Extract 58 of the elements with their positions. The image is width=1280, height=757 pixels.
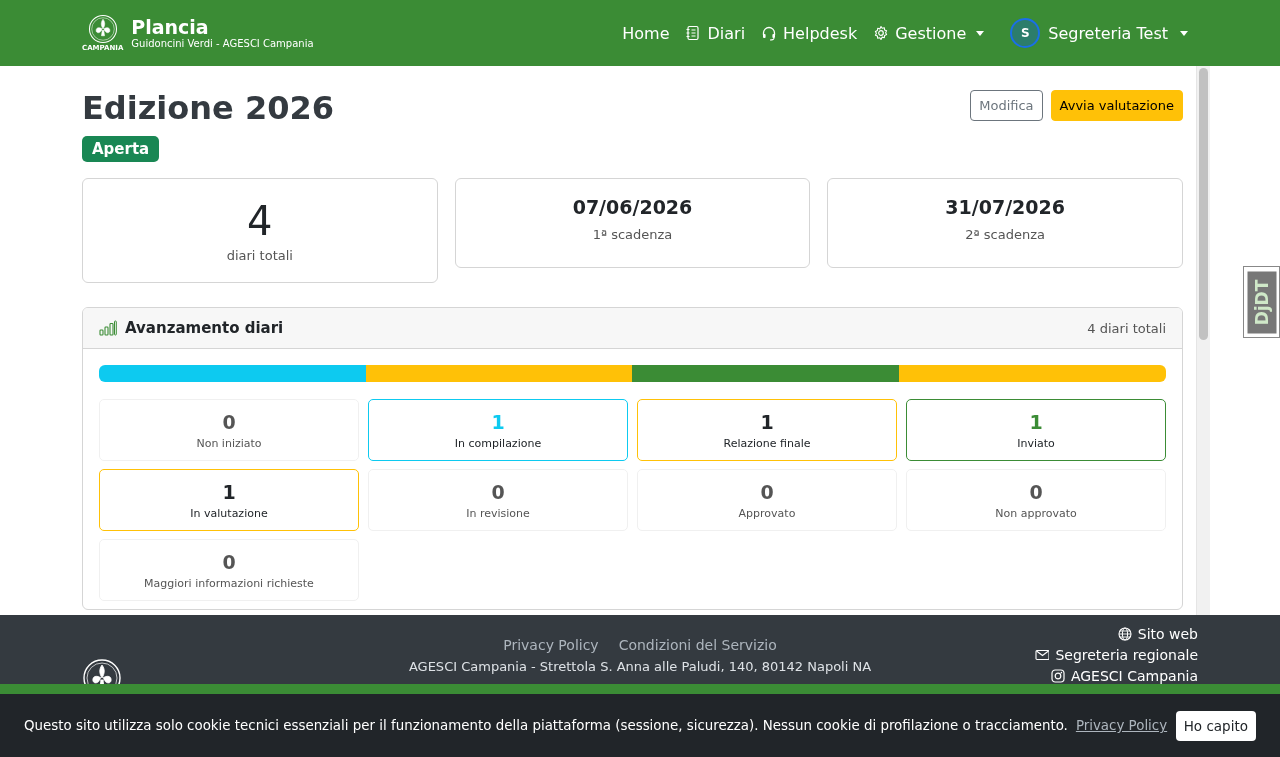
status-label: In valutazione [190, 506, 268, 520]
status-count: 0 [491, 480, 505, 503]
status-count: 1 [491, 410, 505, 433]
stat-label: 2ª scadenza [965, 227, 1045, 242]
brand-subtitle: Guidoncini Verdi - AGESCI Campania [131, 38, 314, 50]
status-count: 0 [222, 410, 236, 433]
user-menu[interactable]: S Segreteria Test [1010, 18, 1188, 48]
stat-label: diari totali [226, 248, 293, 263]
privacy-link[interactable]: Privacy Policy [1075, 718, 1168, 733]
instagram-icon [1050, 669, 1065, 683]
globe-icon [1117, 627, 1132, 641]
nav-link[interactable]: Helpdesk [761, 23, 858, 43]
footer-link[interactable]: Privacy Policy [503, 637, 599, 653]
status-badge: Aperta [82, 136, 160, 162]
accept-button[interactable]: Ho capito [1175, 710, 1256, 741]
status-count: 1 [222, 480, 236, 503]
cookie-message: Questo sito utilizza solo cookie tecnici essenziali per il funzionamento della piattaforma (sessione, sicurezza). Nessun cookie di profilazione o tracciamento. [24, 718, 1068, 733]
nav-link[interactable]: Diari [685, 23, 746, 43]
stat-label: 1ª scadenza [592, 227, 673, 242]
settings-icon [873, 25, 890, 41]
stat-value: 4 [247, 198, 273, 244]
brand-title[interactable]: Plancia [131, 16, 314, 38]
status-label: Non iniziato [196, 436, 262, 450]
status-count: 1 [1029, 410, 1043, 433]
headset-icon [761, 25, 778, 41]
status-label: Non approvato [995, 506, 1077, 520]
footer-address: AGESCI Campania - Strettola S. Anna alle Paludi, 140, 80142 Napoli NA [408, 659, 872, 674]
edit-button[interactable]: Modifica [970, 90, 1043, 121]
stat-value: 31/07/2026 [945, 195, 1065, 219]
envelope-icon [1035, 648, 1050, 662]
start-button[interactable]: Avvia valutazione [1050, 90, 1183, 121]
status-label: Relazione finale [723, 436, 811, 450]
status-label: Maggiori informazioni richieste [144, 576, 314, 590]
bar-chart-icon [99, 320, 117, 336]
stat-value: 07/06/2026 [572, 195, 693, 219]
emblem-icon [87, 14, 118, 44]
panel-title: Avanzamento diari [125, 319, 284, 337]
nav-link[interactable]: Home [622, 23, 670, 43]
footer-contact-link[interactable]: AGESCI Campania [1050, 667, 1198, 685]
status-label: In revisione [466, 506, 530, 520]
scrollbar-thumb[interactable] [1199, 68, 1208, 340]
scrollbar[interactable] [1196, 66, 1210, 615]
nav-link[interactable]: Gestione [873, 23, 985, 43]
status-label: Inviato [1017, 436, 1055, 450]
notebook-icon [685, 25, 702, 41]
status-count: 0 [1029, 480, 1043, 503]
status-label: In compilazione [454, 436, 542, 450]
total-count: 4 diari totali [1087, 320, 1166, 336]
status-count: 0 [760, 480, 774, 503]
debug-toolbar-handle[interactable]: DjDT [1243, 266, 1280, 338]
status-count: 1 [760, 410, 774, 433]
footer-contact-link[interactable]: Sito web [1117, 625, 1198, 643]
footer-contact-link[interactable]: Segreteria regionale [1035, 646, 1198, 664]
status-label: Approvato [738, 506, 796, 520]
status-count: 0 [222, 550, 236, 573]
footer-link[interactable]: Condizioni del Servizio [618, 637, 777, 653]
page-title: Edizione 2026 [82, 88, 334, 128]
avatar: S [1010, 18, 1041, 48]
